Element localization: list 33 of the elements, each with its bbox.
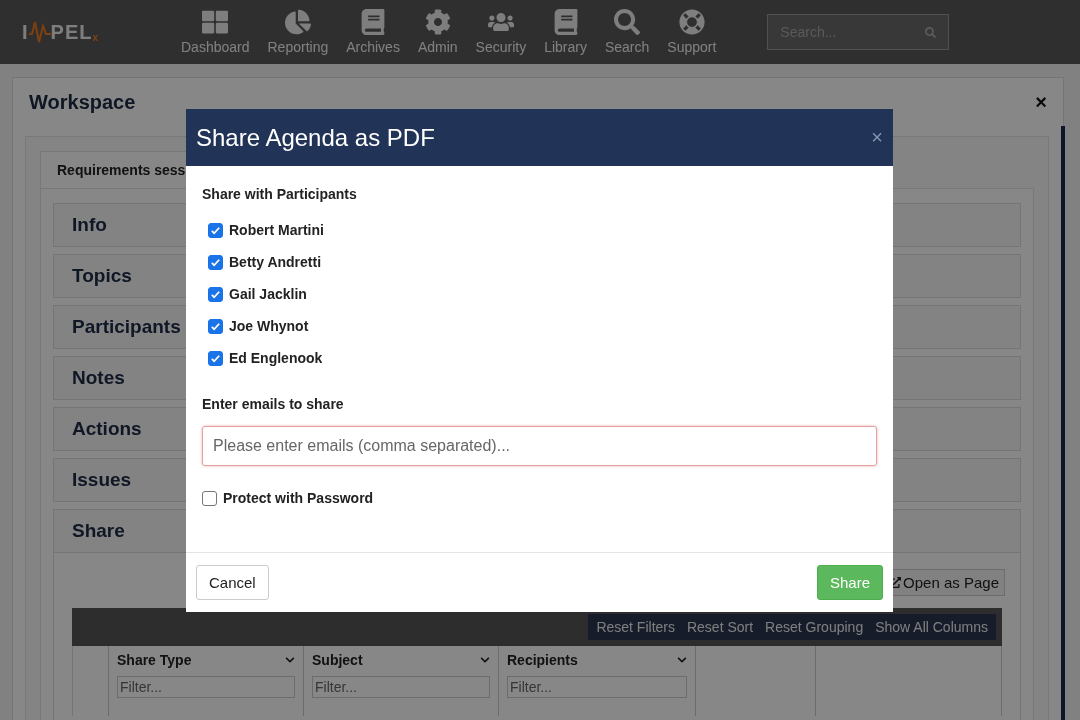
grid-action-button[interactable]: Show All Columns bbox=[869, 617, 994, 637]
participant-name: Gail Jacklin bbox=[229, 286, 307, 302]
workspace-title: Workspace bbox=[29, 90, 136, 114]
grid-action-button[interactable]: Reset Sort bbox=[680, 617, 760, 637]
column-title: Recipients bbox=[507, 652, 578, 668]
filter-field[interactable]: Filter... bbox=[507, 676, 687, 698]
participant-name: Betty Andretti bbox=[229, 254, 322, 270]
cancel-button[interactable]: Cancel bbox=[196, 565, 269, 600]
nav-item[interactable]: Search bbox=[595, 9, 659, 55]
share-button[interactable]: Share bbox=[816, 565, 883, 600]
close-icon[interactable]: × bbox=[871, 126, 883, 149]
filter-field[interactable]: Filter... bbox=[117, 676, 295, 698]
nav-item[interactable]: Library bbox=[535, 9, 596, 55]
participant-name: Ed Englenook bbox=[229, 350, 323, 366]
nav-item[interactable]: Admin bbox=[408, 9, 467, 55]
column-title: Subject bbox=[312, 652, 363, 668]
section-heading: Enter emails to share bbox=[202, 396, 345, 412]
participant-name: Joe Whynot bbox=[229, 318, 309, 334]
close-icon[interactable]: × bbox=[1035, 90, 1047, 114]
filter-field[interactable]: Filter... bbox=[312, 676, 490, 698]
password-label: Protect with Password bbox=[223, 490, 374, 506]
nav-item[interactable]: Archives bbox=[337, 9, 409, 55]
section-heading: Share with Participants bbox=[202, 186, 358, 202]
email-field[interactable]: Please enter emails (comma separated)... bbox=[202, 426, 877, 466]
grid-action-button[interactable]: Reset Filters bbox=[590, 617, 681, 637]
nav-item[interactable]: Reporting bbox=[258, 9, 338, 55]
column-title: Share Type bbox=[117, 652, 192, 668]
participant-name: Robert Martini bbox=[229, 222, 324, 238]
nav-item[interactable]: Dashboard bbox=[172, 9, 259, 55]
nav-item[interactable]: Security bbox=[466, 9, 536, 55]
dialog-title: Share Agenda as PDF bbox=[196, 123, 435, 152]
nav-item[interactable]: Support bbox=[658, 9, 726, 55]
grid-action-button[interactable]: Reset Grouping bbox=[759, 617, 870, 637]
